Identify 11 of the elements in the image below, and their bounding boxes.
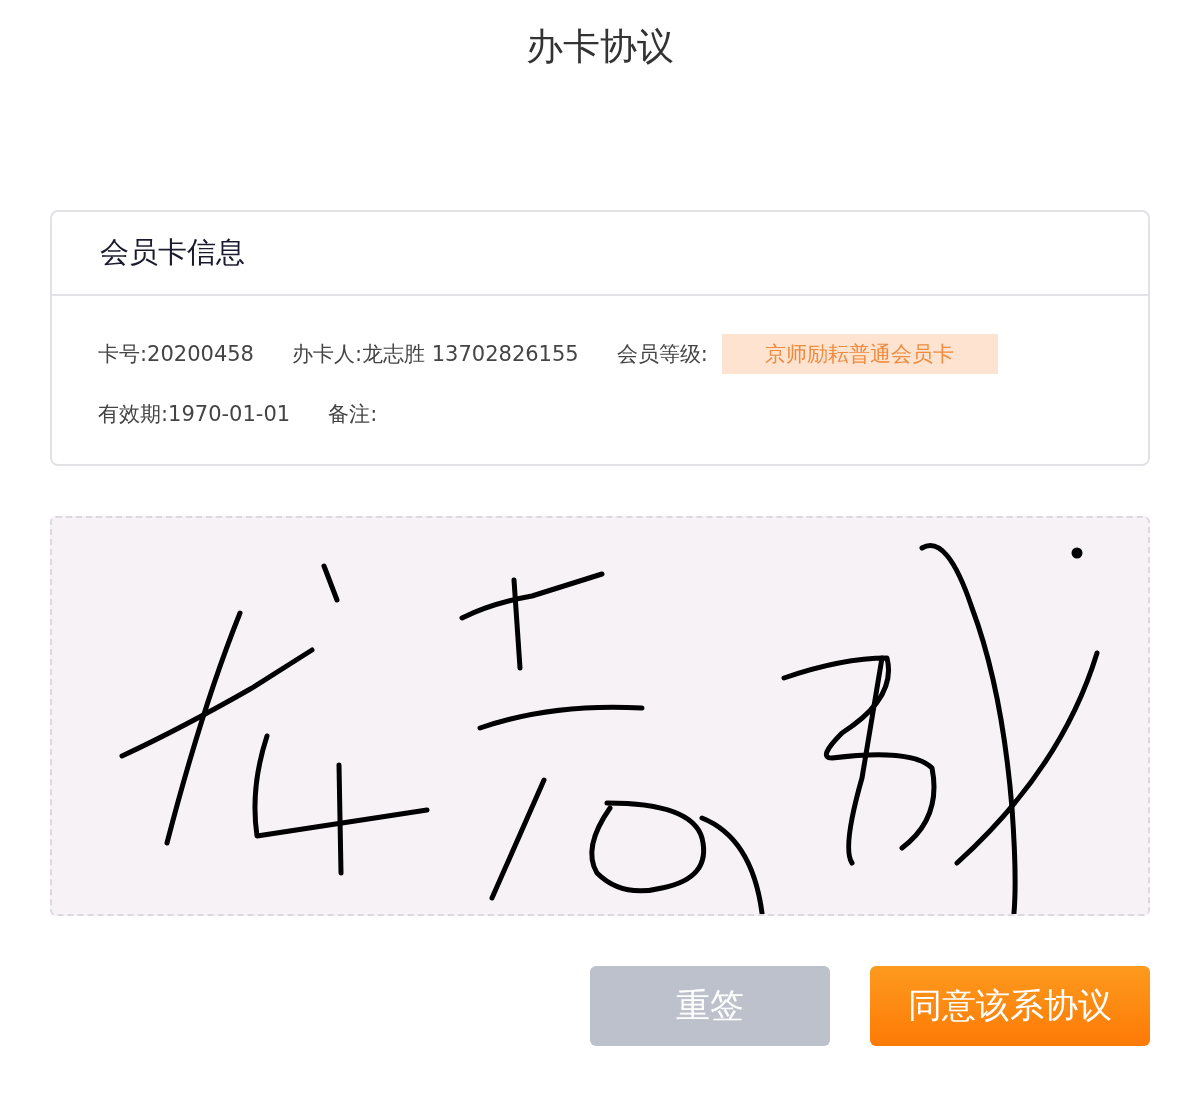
member-level-tag: 京师励耘普通会员卡 bbox=[721, 334, 998, 374]
re-sign-button[interactable]: 重签 bbox=[590, 966, 830, 1046]
card-holder: 办卡人:龙志胜 13702826155 bbox=[291, 341, 579, 368]
validity-date: 有效期:1970-01-01 bbox=[98, 401, 291, 428]
page-title: 办卡协议 bbox=[526, 24, 674, 70]
level-label: 会员等级: bbox=[616, 341, 708, 368]
agree-button[interactable]: 同意该系协议 bbox=[870, 966, 1150, 1046]
card-heading: 会员卡信息 bbox=[100, 234, 245, 271]
card-number: 卡号:20200458 bbox=[98, 341, 254, 368]
remark-label: 备注: bbox=[328, 401, 378, 428]
signature-pad[interactable] bbox=[50, 516, 1150, 916]
